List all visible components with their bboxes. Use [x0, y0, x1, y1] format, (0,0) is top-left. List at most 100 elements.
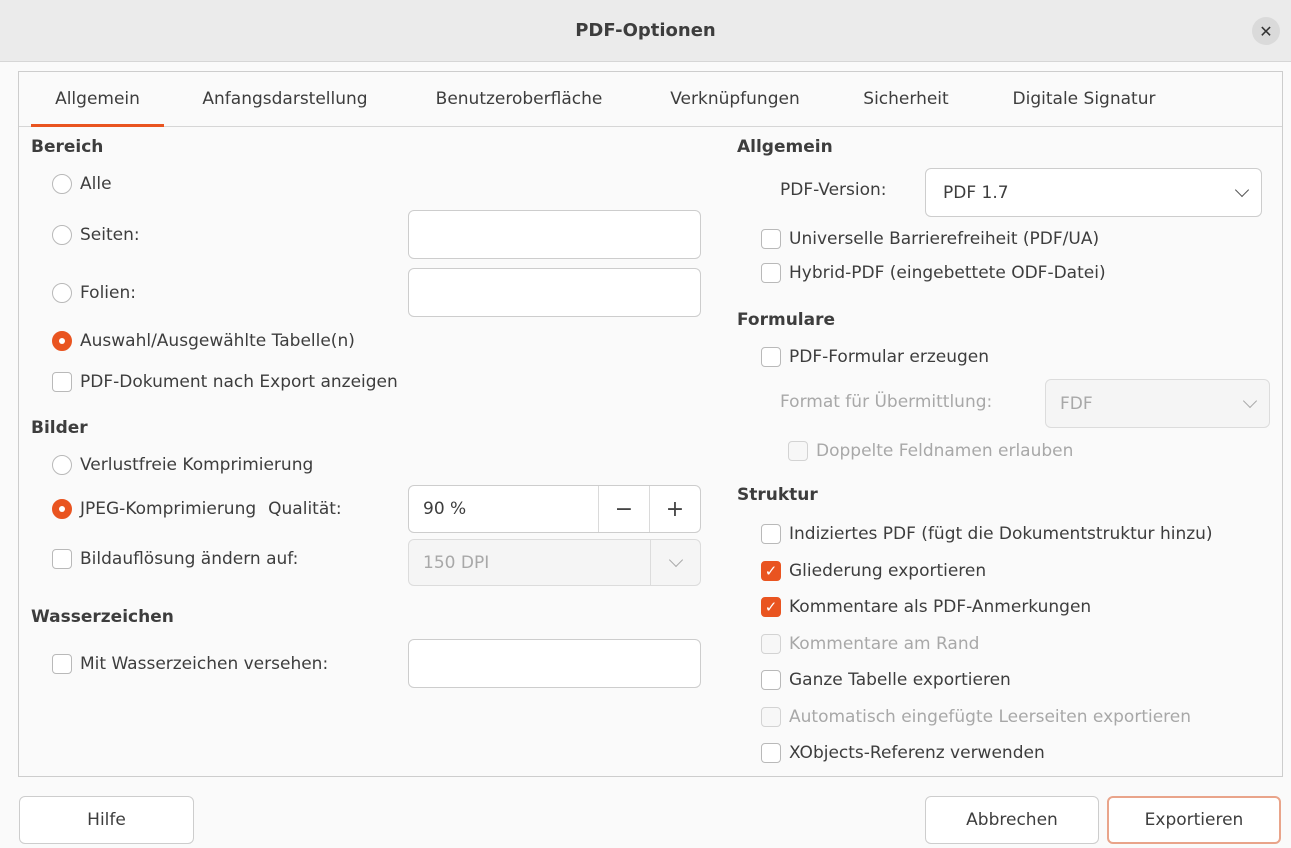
- cancel-button[interactable]: Abbrechen: [925, 796, 1099, 844]
- tab-benutzeroberflaeche[interactable]: Benutzeroberfläche: [416, 72, 622, 126]
- check-outline[interactable]: ✓ Gliederung exportieren: [761, 558, 986, 584]
- radio-selection-indicator[interactable]: [52, 331, 72, 351]
- dpi-dropdown-button[interactable]: [650, 540, 700, 585]
- check-comments-margin-label: Kommentare am Rand: [789, 634, 980, 654]
- radio-selection[interactable]: Auswahl/Ausgewählte Tabelle(n): [52, 328, 355, 354]
- chevron-down-icon: [1242, 393, 1258, 409]
- check-xobjects[interactable]: XObjects-Referenz verwenden: [761, 740, 1045, 766]
- radio-slides-label: Folien:: [80, 283, 136, 303]
- export-button[interactable]: Exportieren: [1107, 796, 1281, 844]
- check-watermark-label: Mit Wasserzeichen versehen:: [80, 654, 329, 674]
- help-button[interactable]: Hilfe: [19, 796, 194, 844]
- check-xobjects-box[interactable]: [761, 743, 781, 763]
- check-pdfua-label: Universelle Barrierefreiheit (PDF/UA): [789, 229, 1100, 249]
- check-duplicate-names[interactable]: Doppelte Feldnamen erlauben: [788, 438, 1073, 464]
- dpi-combobox[interactable]: 150 DPI: [408, 539, 701, 586]
- radio-jpeg[interactable]: JPEG-Komprimierung Qualität:: [52, 496, 342, 522]
- check-blank-pages[interactable]: Automatisch eingefügte Leerseiten export…: [761, 704, 1191, 730]
- check-pdfua[interactable]: Universelle Barrierefreiheit (PDF/UA): [761, 226, 1099, 252]
- dpi-value[interactable]: 150 DPI: [409, 540, 650, 585]
- slides-input[interactable]: [408, 268, 701, 317]
- radio-slides[interactable]: Folien:: [52, 280, 136, 306]
- check-show-after-export-label: PDF-Dokument nach Export anzeigen: [80, 372, 398, 392]
- check-show-after-export-box[interactable]: [52, 372, 72, 392]
- pages-input[interactable]: [408, 210, 701, 259]
- check-watermark-box[interactable]: [52, 654, 72, 674]
- radio-selection-label: Auswahl/Ausgewählte Tabelle(n): [80, 331, 355, 351]
- struktur-heading: Struktur: [737, 485, 818, 505]
- check-xobjects-label: XObjects-Referenz verwenden: [789, 743, 1045, 763]
- close-button[interactable]: ✕: [1252, 17, 1280, 45]
- check-tagged-pdf-label: Indiziertes PDF (fügt die Dokumentstrukt…: [789, 524, 1213, 544]
- quality-label: Qualität:: [268, 499, 342, 519]
- dialog-title: PDF-Optionen: [575, 20, 716, 41]
- close-icon: ✕: [1259, 21, 1273, 41]
- radio-lossless-label: Verlustfreie Komprimierung: [80, 455, 314, 475]
- check-blank-pages-label: Automatisch eingefügte Leerseiten export…: [789, 707, 1192, 727]
- bereich-heading: Bereich: [31, 137, 104, 157]
- check-outline-box[interactable]: ✓: [761, 561, 781, 581]
- pdf-version-combobox[interactable]: PDF 1.7: [925, 168, 1262, 217]
- radio-slides-indicator[interactable]: [52, 283, 72, 303]
- check-create-form[interactable]: PDF-Formular erzeugen: [761, 344, 989, 370]
- radio-pages[interactable]: Seiten:: [52, 222, 140, 248]
- formulare-heading: Formulare: [737, 310, 836, 330]
- check-resize[interactable]: Bildauflösung ändern auf:: [52, 546, 298, 572]
- check-resize-box[interactable]: [52, 549, 72, 569]
- tab-verknuepfungen[interactable]: Verknüpfungen: [655, 72, 815, 126]
- chevron-down-icon: [668, 552, 683, 568]
- chevron-down-icon: [1234, 182, 1250, 198]
- wasserzeichen-heading: Wasserzeichen: [31, 607, 174, 627]
- watermark-input[interactable]: [408, 639, 701, 688]
- radio-jpeg-label: JPEG-Komprimierung: [80, 499, 257, 519]
- tab-bar: Allgemein Anfangsdarstellung Benutzerobe…: [19, 72, 1282, 127]
- check-hybrid-label: Hybrid-PDF (eingebettete ODF-Datei): [789, 263, 1106, 283]
- radio-jpeg-indicator[interactable]: [52, 499, 72, 519]
- check-show-after-export[interactable]: PDF-Dokument nach Export anzeigen: [52, 369, 398, 395]
- check-pdfua-box[interactable]: [761, 229, 781, 249]
- check-tagged-pdf-box[interactable]: [761, 524, 781, 544]
- format-combobox[interactable]: FDF: [1045, 379, 1270, 428]
- allgemein-heading: Allgemein: [737, 137, 833, 157]
- tab-anfangsdarstellung[interactable]: Anfangsdarstellung: [187, 72, 383, 126]
- radio-all-indicator[interactable]: [52, 174, 72, 194]
- quality-increase-button[interactable]: +: [649, 486, 700, 532]
- tab-allgemein[interactable]: Allgemein: [31, 72, 164, 127]
- radio-all[interactable]: Alle: [52, 171, 112, 197]
- pdf-version-value: PDF 1.7: [943, 182, 1009, 203]
- check-whole-sheet[interactable]: Ganze Tabelle exportieren: [761, 667, 1011, 693]
- check-comments-margin-box[interactable]: [761, 634, 781, 654]
- check-comments-margin[interactable]: Kommentare am Rand: [761, 631, 979, 657]
- radio-all-label: Alle: [80, 174, 112, 194]
- check-comments[interactable]: ✓ Kommentare als PDF-Anmerkungen: [761, 594, 1091, 620]
- check-comments-box[interactable]: ✓: [761, 597, 781, 617]
- tab-sicherheit[interactable]: Sicherheit: [849, 72, 963, 126]
- check-comments-label: Kommentare als PDF-Anmerkungen: [789, 597, 1092, 617]
- check-watermark[interactable]: Mit Wasserzeichen versehen:: [52, 651, 328, 677]
- radio-pages-label: Seiten:: [80, 225, 140, 245]
- check-outline-label: Gliederung exportieren: [789, 561, 987, 581]
- check-duplicate-names-label: Doppelte Feldnamen erlauben: [816, 441, 1074, 461]
- check-resize-label: Bildauflösung ändern auf:: [80, 549, 299, 569]
- radio-lossless-indicator[interactable]: [52, 455, 72, 475]
- title-bar: PDF-Optionen ✕: [0, 0, 1291, 62]
- check-hybrid[interactable]: Hybrid-PDF (eingebettete ODF-Datei): [761, 260, 1106, 286]
- tab-digitale-signatur[interactable]: Digitale Signatur: [994, 72, 1174, 126]
- format-value: FDF: [1060, 393, 1093, 414]
- check-hybrid-box[interactable]: [761, 263, 781, 283]
- bilder-heading: Bilder: [31, 418, 88, 438]
- check-duplicate-names-box[interactable]: [788, 441, 808, 461]
- radio-lossless[interactable]: Verlustfreie Komprimierung: [52, 452, 313, 478]
- quality-value[interactable]: 90 %: [409, 486, 598, 532]
- pdf-version-label: PDF-Version:: [780, 180, 887, 200]
- check-create-form-box[interactable]: [761, 347, 781, 367]
- format-label: Format für Übermittlung:: [780, 392, 993, 412]
- check-tagged-pdf[interactable]: Indiziertes PDF (fügt die Dokumentstrukt…: [761, 521, 1213, 547]
- check-create-form-label: PDF-Formular erzeugen: [789, 347, 990, 367]
- radio-pages-indicator[interactable]: [52, 225, 72, 245]
- check-whole-sheet-box[interactable]: [761, 670, 781, 690]
- quality-decrease-button[interactable]: −: [598, 486, 649, 532]
- quality-spinbox[interactable]: 90 % − +: [408, 485, 701, 533]
- check-whole-sheet-label: Ganze Tabelle exportieren: [789, 670, 1011, 690]
- check-blank-pages-box[interactable]: [761, 707, 781, 727]
